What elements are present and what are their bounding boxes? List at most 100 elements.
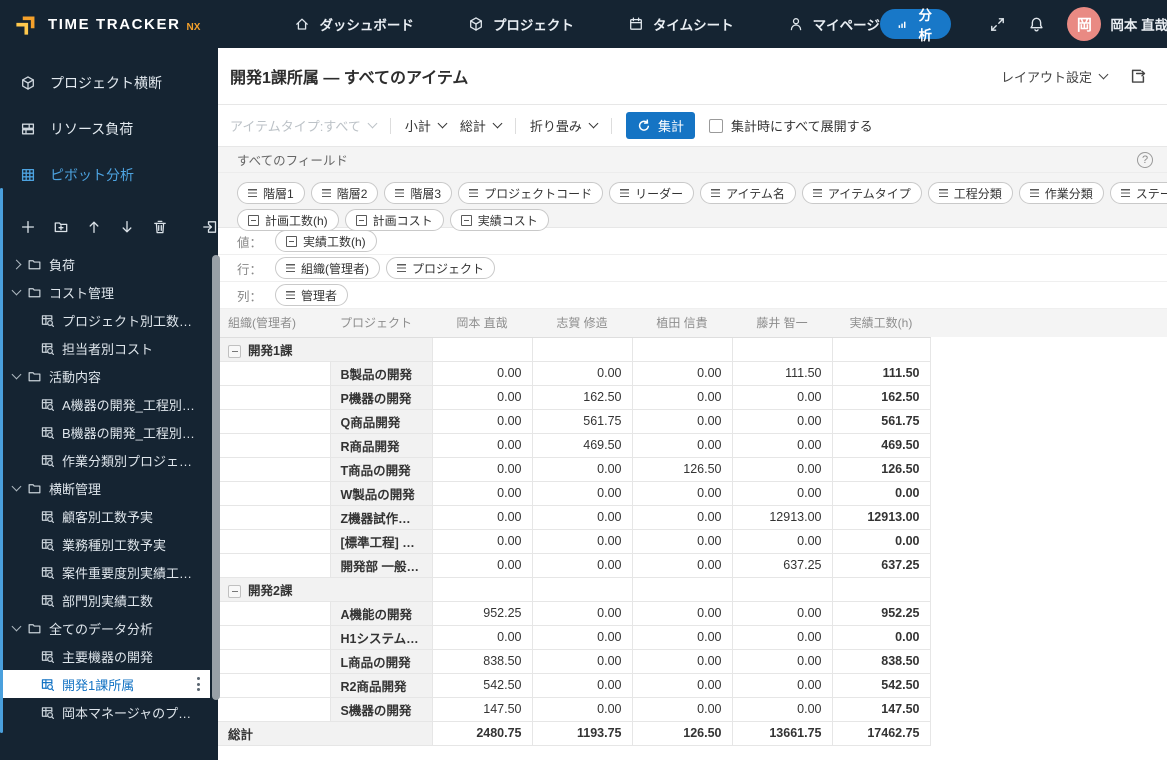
grandtotal-dropdown[interactable]: 総計 — [460, 116, 503, 135]
add-icon[interactable] — [20, 219, 36, 235]
sidebar-section[interactable]: リソース負荷 — [0, 106, 218, 152]
tree-folder[interactable]: コスト管理 — [0, 278, 210, 306]
kebab-menu-icon[interactable] — [197, 677, 200, 691]
page-title: 開発1課所属 — すべてのアイテム — [230, 70, 469, 87]
sidebar-section[interactable]: ピボット分析 — [0, 152, 218, 198]
field-chip[interactable]: 階層1 — [237, 182, 305, 204]
field-chip[interactable]: 作業分類 — [1018, 182, 1104, 204]
value-cell: 0.00 — [432, 505, 533, 530]
expand-on-aggregate-checkbox[interactable]: 集計時にすべて展開する — [708, 116, 873, 135]
measure-field-icon — [355, 214, 367, 226]
active-section-indicator — [0, 188, 3, 733]
sidebar-section[interactable]: プロジェクト横断 — [0, 60, 218, 106]
data-row: T商品の開発 0.00 0.00 126.50 0.00 126.50 — [218, 457, 1167, 482]
analysis-tree: 負荷 コスト管理 プロジェクト別工数… 担当者別コスト活動内容 A機器の開発_工程別… B… — [0, 250, 218, 726]
tree-folder[interactable]: 全てのデータ分析 — [0, 614, 210, 642]
field-chip-label: プロジェクト — [412, 261, 485, 276]
value-cell: 0.00 — [432, 481, 533, 506]
move-up-icon[interactable] — [86, 219, 102, 235]
subtotal-dropdown[interactable]: 小計 — [405, 116, 448, 135]
measure-field-icon — [248, 214, 259, 226]
nav-item-label: ダッシュボード — [319, 18, 414, 33]
chevron-down-icon[interactable] — [11, 621, 22, 632]
field-chip[interactable]: プロジェクトコード — [458, 182, 604, 204]
tree-item[interactable]: 顧客別工数予実 — [0, 502, 210, 530]
tree-item[interactable]: B機器の開発_工程別… — [0, 418, 210, 446]
expand-icon[interactable] — [989, 16, 1006, 33]
field-chip[interactable]: 工程分類 — [927, 182, 1013, 204]
topbar: TIME TRACKER NX ダッシュボード プロジェクト タイムシート マイページ… — [0, 0, 1167, 48]
collapse-toggle-icon[interactable] — [228, 344, 241, 358]
layout-settings-dropdown[interactable]: レイアウト設定 — [1001, 67, 1109, 86]
org-cell — [218, 553, 331, 578]
nav-item[interactable]: タイムシート — [628, 14, 734, 34]
add-folder-icon[interactable] — [53, 219, 69, 235]
pivot-toolbar: アイテムタイプ:すべて 小計 総計 折り畳み 集計 集計時にすべて展開する — [218, 105, 1167, 147]
group-header-cell[interactable]: 開発1課 — [218, 337, 433, 362]
value-cell: 0.00 — [532, 601, 633, 626]
nav-item[interactable]: ダッシュボード — [294, 14, 414, 34]
collapse-dropdown[interactable]: 折り畳み — [530, 116, 599, 135]
value-cell: 637.25 — [732, 553, 833, 578]
collapse-toggle-icon[interactable] — [228, 584, 241, 598]
field-chip[interactable]: 実績コスト — [449, 209, 549, 231]
nav-item[interactable]: マイページ — [788, 14, 880, 34]
tree-item[interactable]: A機器の開発_工程別… — [0, 390, 210, 418]
import-icon[interactable] — [202, 219, 218, 235]
tree-item-label: 業務種別工数予実 — [62, 537, 167, 553]
field-chip[interactable]: 実績工数(h) — [275, 230, 377, 252]
sidebar-sections: プロジェクト横断 リソース負荷 ピボット分析 — [0, 48, 218, 198]
export-icon[interactable] — [1129, 67, 1147, 85]
field-chip[interactable]: アイテム名 — [700, 182, 796, 204]
chevron-down-icon[interactable] — [11, 285, 22, 296]
tree-item[interactable]: 担当者別コスト — [0, 334, 210, 362]
chevron-down-icon[interactable] — [11, 481, 22, 492]
tree-folder[interactable]: 負荷 — [0, 250, 210, 278]
field-chip[interactable]: 階層2 — [310, 182, 379, 204]
field-chip[interactable]: アイテムタイプ — [801, 182, 922, 204]
value-cell: 637.25 — [832, 553, 931, 578]
tree-item[interactable]: 主要機器の開発 — [0, 642, 210, 670]
move-down-icon[interactable] — [119, 219, 135, 235]
value-cell: 12913.00 — [832, 505, 931, 530]
tree-item[interactable]: 業務種別工数予実 — [0, 530, 210, 558]
tree-item[interactable]: 部門別実績工数 — [0, 586, 210, 614]
chevron-down-icon[interactable] — [11, 369, 22, 380]
field-chip[interactable]: 管理者 — [275, 284, 349, 306]
help-icon[interactable]: ? — [1137, 151, 1153, 168]
field-chip[interactable]: 計画コスト — [344, 209, 444, 231]
field-chip[interactable]: 階層3 — [384, 182, 453, 204]
user-menu[interactable]: 岡 岡本 直哉 — [1067, 7, 1167, 41]
item-type-filter[interactable]: アイテムタイプ:すべて — [230, 116, 378, 135]
tree-item[interactable]: 案件重要度別実績工… — [0, 558, 210, 586]
delete-icon[interactable] — [152, 219, 168, 235]
cube-icon — [20, 75, 36, 91]
tree-folder[interactable]: 横断管理 — [0, 474, 210, 502]
tree-item[interactable]: プロジェクト別工数… — [0, 306, 210, 334]
field-chip-label: 計画工数(h) — [265, 213, 328, 228]
field-chip[interactable]: プロジェクト — [386, 257, 496, 279]
nav-analysis-button[interactable]: 分析 — [879, 8, 952, 43]
field-chip[interactable]: 組織(管理者) — [275, 257, 380, 279]
tree-folder[interactable]: 活動内容 — [0, 362, 210, 390]
chevron-right-icon[interactable] — [11, 259, 22, 269]
field-chip[interactable]: ステータス — [1109, 182, 1167, 204]
nav-item[interactable]: プロジェクト — [468, 14, 574, 34]
tree-item[interactable]: 岡本マネージャのプ… — [0, 698, 210, 726]
value-cell: 0.00 — [532, 625, 633, 650]
value-cell: 0.00 — [632, 385, 733, 410]
tree-item[interactable]: 作業分類別プロジェ… — [0, 446, 210, 474]
field-chip[interactable]: リーダー — [609, 182, 695, 204]
group-header-cell[interactable]: 開発2課 — [218, 577, 433, 602]
app-logo[interactable]: TIME TRACKER NX — [0, 11, 200, 37]
aggregate-button[interactable]: 集計 — [625, 112, 695, 139]
sidebar-scrollbar-thumb[interactable] — [212, 255, 220, 700]
field-chip[interactable]: 計画工数(h) — [237, 209, 339, 231]
value-cell: 0.00 — [732, 649, 833, 674]
dimension-field-icon — [321, 189, 331, 197]
value-cell: 0.00 — [532, 481, 633, 506]
tree-item[interactable]: 開発1課所属 — [0, 670, 210, 698]
notifications-icon[interactable] — [1028, 16, 1045, 33]
tree-folder-label: 活動内容 — [49, 369, 102, 385]
person-icon — [788, 16, 804, 32]
